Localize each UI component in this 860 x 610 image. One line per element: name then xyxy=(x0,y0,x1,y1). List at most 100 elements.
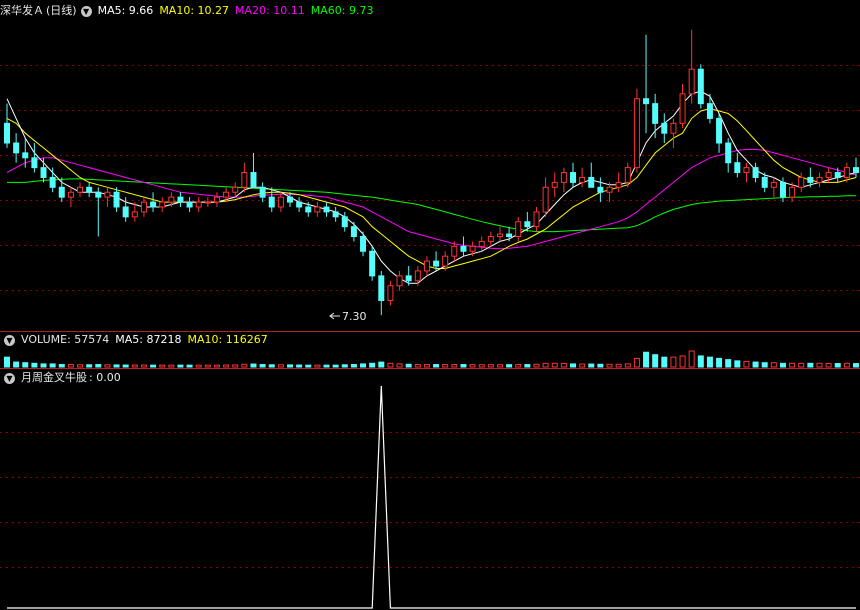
stock-name: 深华发Ａ xyxy=(0,4,44,17)
chevron-down-icon[interactable]: ▼ xyxy=(4,372,15,384)
stock-chart: 7.30 xyxy=(0,29,860,609)
candle-body-17 xyxy=(159,201,166,208)
volume-bar-52 xyxy=(478,364,485,368)
volume-bar-83 xyxy=(761,362,768,368)
volume-bar-49 xyxy=(451,364,458,368)
volume-bar-58 xyxy=(533,363,540,368)
volume-bar-60 xyxy=(551,362,558,368)
volume-bar-90 xyxy=(825,363,832,368)
volume-bar-38 xyxy=(350,364,357,368)
candle-body-1 xyxy=(13,142,20,154)
volume-bar-66 xyxy=(606,363,613,368)
volume-bar-68 xyxy=(624,363,631,368)
volume-bar-71 xyxy=(652,354,659,368)
volume-bar-43 xyxy=(396,363,403,368)
volume-bar-78 xyxy=(716,357,723,368)
volume-bar-57 xyxy=(524,364,531,368)
candle-body-65 xyxy=(597,186,604,193)
candle-body-43 xyxy=(396,275,403,287)
volume-title: VOLUME: 57574 xyxy=(21,333,110,346)
ma10-line xyxy=(6,108,857,269)
candle-body-16 xyxy=(150,201,157,208)
candle-body-68 xyxy=(624,167,631,183)
volume-bar-87 xyxy=(798,362,805,368)
indicator-title: 月周金叉牛股 xyxy=(21,371,87,384)
ma-label-0: MA5: 9.66 xyxy=(97,4,154,17)
volume-bar-65 xyxy=(597,363,604,368)
candle-body-84 xyxy=(770,181,777,188)
candle-body-8 xyxy=(77,186,84,193)
volume-bar-45 xyxy=(414,364,421,368)
volume-header: ▼ VOLUME: 57574 MA5: 87218 MA10: 116267 xyxy=(0,332,280,348)
volume-bar-25 xyxy=(232,364,239,368)
low-annotation: 7.30 xyxy=(329,310,367,323)
volume-bar-0 xyxy=(4,356,10,368)
volume-bar-62 xyxy=(570,363,576,368)
volume-bar-86 xyxy=(789,362,796,368)
candle-body-12 xyxy=(113,191,120,208)
candle-body-70 xyxy=(643,98,650,105)
candle-body-92 xyxy=(843,167,850,178)
volume-bar-40 xyxy=(369,362,376,368)
candle-body-29 xyxy=(268,196,275,208)
volume-bar-82 xyxy=(752,361,759,368)
candle-body-32 xyxy=(296,201,303,208)
candle-body-44 xyxy=(405,275,412,282)
chevron-down-icon[interactable]: ▼ xyxy=(80,5,92,17)
candle-body-88 xyxy=(807,176,814,183)
volume-bar-92 xyxy=(843,362,850,368)
candle-body-72 xyxy=(661,122,668,134)
candle-body-50 xyxy=(460,245,467,252)
candle-body-80 xyxy=(734,162,741,174)
candle-body-11 xyxy=(104,191,111,198)
volume-bar-50 xyxy=(460,364,467,368)
volume-bar-20 xyxy=(186,364,193,368)
candle-body-4 xyxy=(40,167,47,178)
volume-bar-5 xyxy=(49,363,56,368)
volume-bar-33 xyxy=(305,364,312,368)
ma-label-2: MA20: 10.11 xyxy=(235,4,305,17)
candle-body-90 xyxy=(825,172,832,178)
volume-ma-label-0: MA5: 87218 xyxy=(115,333,182,346)
volume-bar-24 xyxy=(223,364,230,368)
volume-bar-79 xyxy=(725,359,732,368)
candle-body-31 xyxy=(287,196,293,203)
candle-body-66 xyxy=(606,186,613,193)
candlesticks xyxy=(4,29,859,316)
volume-bar-13 xyxy=(122,364,129,368)
volume-bar-61 xyxy=(560,363,567,368)
volume-bar-11 xyxy=(104,364,111,368)
indicator-line xyxy=(7,385,856,609)
candle-body-71 xyxy=(652,103,659,124)
volume-bar-31 xyxy=(287,364,293,368)
candle-body-51 xyxy=(469,245,476,252)
volume-bar-69 xyxy=(633,357,640,368)
ma-label-3: MA60: 9.73 xyxy=(310,4,374,17)
period-label: (日线) xyxy=(46,4,77,17)
candle-body-0 xyxy=(4,122,10,144)
volume-bar-46 xyxy=(423,364,430,368)
indicator-value: : 0.00 xyxy=(89,371,121,384)
candle-body-62 xyxy=(570,172,576,183)
volume-bar-35 xyxy=(323,364,330,368)
candle-body-2 xyxy=(22,152,29,159)
candle-body-67 xyxy=(615,181,622,188)
chevron-down-icon[interactable]: ▼ xyxy=(4,334,15,346)
volume-bar-48 xyxy=(442,364,449,368)
candle-body-86 xyxy=(789,186,796,198)
candle-body-14 xyxy=(131,211,138,218)
volume-bar-63 xyxy=(579,363,586,368)
main-header: 深华发Ａ (日线) ▼ MA5: 9.66 MA10: 10.27 MA20: 10… xyxy=(0,3,385,19)
candle-body-77 xyxy=(706,103,713,119)
volume-bar-18 xyxy=(168,364,175,368)
candle-body-19 xyxy=(177,196,184,203)
candle-body-41 xyxy=(378,275,385,301)
volume-bar-84 xyxy=(770,362,777,368)
volume-bar-4 xyxy=(40,363,47,368)
indicator-path xyxy=(7,385,856,609)
volume-bar-93 xyxy=(853,363,859,368)
candle-body-82 xyxy=(752,167,759,178)
volume-bar-51 xyxy=(469,364,476,368)
candle-body-48 xyxy=(442,255,449,267)
candle-body-64 xyxy=(588,176,595,188)
